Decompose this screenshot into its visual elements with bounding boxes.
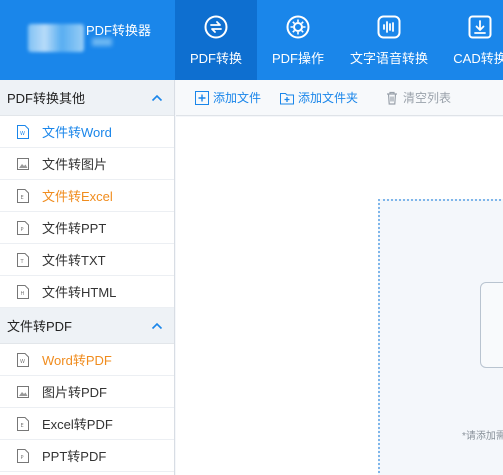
logo-area: PDF转换器 — [0, 0, 175, 80]
convert-arrows-icon — [203, 14, 229, 40]
main-nav: PDF转换 PDF操作 文字语音转换 CAD转换 — [175, 0, 503, 80]
add-folder-icon — [280, 92, 295, 104]
clear-list-label: 清空列表 — [403, 91, 452, 105]
sidebar-item-label: 文件转Excel — [42, 189, 113, 204]
svg-text:H: H — [21, 291, 25, 297]
sidebar-item-file-to-ppt[interactable]: P 文件转PPT — [0, 212, 174, 244]
sidebar-item-file-to-image[interactable]: 文件转图片 — [0, 148, 174, 180]
sidebar-item-ppt-to-pdf[interactable]: P PPT转PDF — [0, 440, 174, 472]
add-file-button[interactable]: 添加文件 — [194, 89, 261, 106]
ppt-file-icon: P — [17, 220, 29, 235]
svg-text:W: W — [20, 359, 25, 365]
sidebar-item-file-to-excel[interactable]: E 文件转Excel — [0, 180, 174, 212]
svg-text:E: E — [21, 423, 24, 429]
sidebar-item-label: 文件转TXT — [42, 253, 106, 268]
image-file-icon — [17, 157, 29, 170]
app-title: PDF转换器 — [86, 23, 152, 38]
app-version-blurred — [92, 38, 112, 46]
svg-text:W: W — [20, 131, 25, 137]
drop-zone-panel — [480, 282, 503, 368]
sidebar-item-label: 文件转PPT — [42, 221, 107, 236]
clear-list-button[interactable]: 清空列表 — [384, 89, 451, 106]
image-file-icon — [17, 385, 29, 398]
group-header-file-to-pdf[interactable]: 文件转PDF — [0, 308, 174, 344]
svg-text:T: T — [20, 259, 25, 265]
chevron-up-icon[interactable] — [150, 319, 164, 333]
nav-pdf-operate[interactable]: PDF操作 — [257, 0, 339, 80]
sidebar-item-label: 文件转图片 — [42, 157, 108, 172]
top-header: PDF转换器 PDF转换 PDF操作 文字语音转换 CAD转换 — [0, 0, 503, 80]
sidebar-item-image-to-pdf[interactable]: 图片转PDF — [0, 376, 174, 408]
excel-file-icon: E — [17, 188, 29, 203]
sidebar-item-label: PPT转PDF — [42, 449, 107, 464]
html-file-icon: H — [17, 284, 29, 299]
nav-label: CAD转换 — [453, 51, 503, 66]
group-label: 文件转PDF — [7, 319, 73, 334]
nav-pdf-convert[interactable]: PDF转换 — [175, 0, 257, 80]
word-file-icon: W — [17, 124, 29, 139]
sidebar-item-file-to-html[interactable]: H 文件转HTML — [0, 276, 174, 308]
nav-label: PDF操作 — [271, 51, 324, 66]
group-header-pdf-to-other[interactable]: PDF转换其他 — [0, 80, 174, 116]
sidebar: PDF转换其他 W 文件转Word 文件转图片 E 文件转Excel P 文件转… — [0, 80, 175, 475]
svg-text:P: P — [21, 455, 24, 461]
app-logo — [28, 24, 84, 52]
chevron-up-icon[interactable] — [150, 91, 164, 105]
sidebar-item-label: Word转PDF — [42, 353, 112, 368]
audio-wave-icon — [376, 14, 402, 40]
nav-label: 文字语音转换 — [349, 51, 428, 66]
add-file-label: 添加文件 — [213, 91, 262, 105]
sidebar-item-file-to-word[interactable]: W 文件转Word — [0, 116, 174, 148]
sidebar-item-label: 文件转Word — [42, 125, 112, 140]
svg-text:E: E — [21, 195, 24, 201]
ppt-file-icon: P — [17, 448, 29, 463]
group-label: PDF转换其他 — [7, 91, 86, 106]
sidebar-item-label: 图片转PDF — [42, 385, 108, 400]
sidebar-item-file-to-txt[interactable]: T 文件转TXT — [0, 244, 174, 276]
add-folder-label: 添加文件夹 — [298, 91, 359, 105]
excel-file-icon: E — [17, 416, 29, 431]
trash-icon — [387, 91, 398, 105]
drop-zone-hint: *请添加需 — [462, 431, 503, 442]
sidebar-item-word-to-pdf[interactable]: W Word转PDF — [0, 344, 174, 376]
gear-icon — [285, 14, 311, 40]
nav-text-speech[interactable]: 文字语音转换 — [339, 0, 439, 80]
toolbar: 添加文件 添加文件夹 清空列表 — [176, 80, 503, 116]
add-folder-button[interactable]: 添加文件夹 — [279, 89, 358, 106]
word-file-icon: W — [17, 352, 29, 367]
sidebar-item-excel-to-pdf[interactable]: E Excel转PDF — [0, 408, 174, 440]
svg-text:P: P — [21, 227, 24, 233]
add-file-icon — [195, 90, 209, 105]
txt-file-icon: T — [17, 252, 29, 267]
nav-label: PDF转换 — [189, 51, 242, 66]
sidebar-item-label: 文件转HTML — [42, 285, 117, 300]
nav-cad-convert[interactable]: CAD转换 — [439, 0, 503, 80]
sidebar-item-label: Excel转PDF — [42, 417, 113, 432]
download-box-icon — [467, 14, 493, 40]
